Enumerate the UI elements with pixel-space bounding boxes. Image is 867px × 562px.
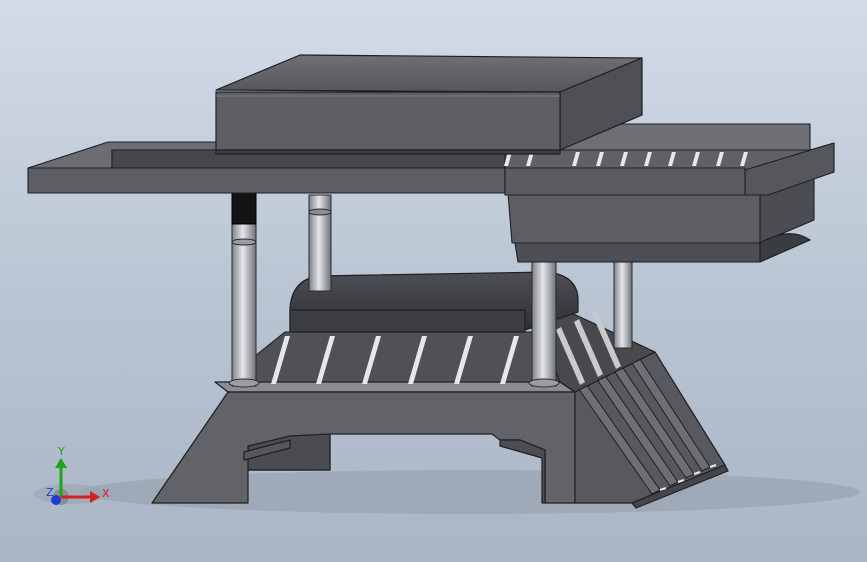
top-plate [215,54,643,155]
x-axis-label: X [102,487,110,500]
z-axis-label: Z [46,486,54,499]
y-axis-arrow [55,458,67,468]
y-axis-label: Y [57,445,65,458]
orientation-triad[interactable]: Y X Z [34,445,110,505]
cad-viewport[interactable]: Y X Z [0,0,867,562]
rear-right-rod [613,261,633,349]
triad-shadow [34,484,106,504]
